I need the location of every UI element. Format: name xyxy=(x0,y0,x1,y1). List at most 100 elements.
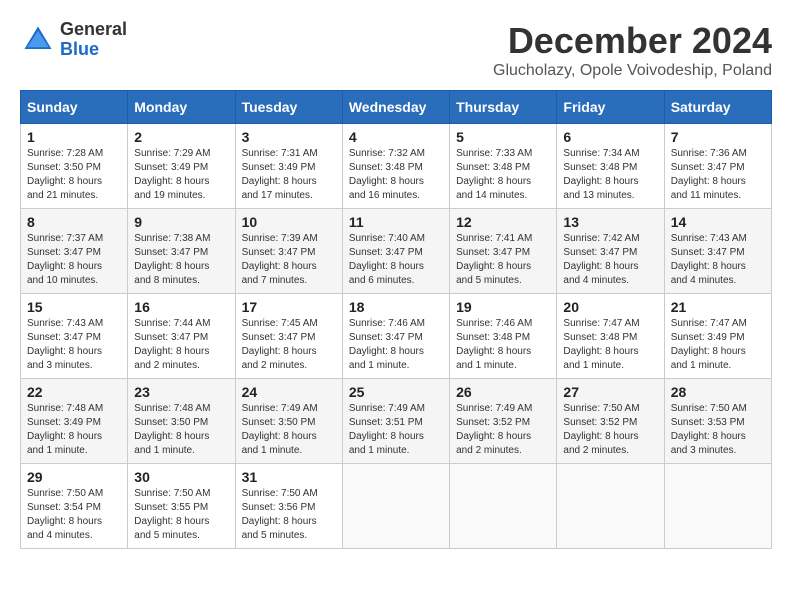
title-section: December 2024 Glucholazy, Opole Voivodes… xyxy=(493,20,772,80)
day-info: Sunrise: 7:43 AM Sunset: 3:47 PM Dayligh… xyxy=(671,232,765,288)
day-number: 2 xyxy=(134,129,228,145)
location-subtitle: Glucholazy, Opole Voivodeship, Poland xyxy=(493,62,772,80)
calendar-cell: 21 Sunrise: 7:47 AM Sunset: 3:49 PM Dayl… xyxy=(664,294,771,379)
calendar-cell: 30 Sunrise: 7:50 AM Sunset: 3:55 PM Dayl… xyxy=(128,464,235,549)
calendar-cell: 2 Sunrise: 7:29 AM Sunset: 3:49 PM Dayli… xyxy=(128,124,235,209)
day-number: 8 xyxy=(27,214,121,230)
calendar-cell: 5 Sunrise: 7:33 AM Sunset: 3:48 PM Dayli… xyxy=(450,124,557,209)
day-number: 15 xyxy=(27,299,121,315)
day-number: 7 xyxy=(671,129,765,145)
calendar-cell: 19 Sunrise: 7:46 AM Sunset: 3:48 PM Dayl… xyxy=(450,294,557,379)
calendar-cell xyxy=(664,464,771,549)
day-number: 23 xyxy=(134,384,228,400)
day-info: Sunrise: 7:47 AM Sunset: 3:48 PM Dayligh… xyxy=(563,317,657,373)
month-title: December 2024 xyxy=(493,20,772,62)
calendar-cell: 17 Sunrise: 7:45 AM Sunset: 3:47 PM Dayl… xyxy=(235,294,342,379)
day-number: 17 xyxy=(242,299,336,315)
day-number: 18 xyxy=(349,299,443,315)
calendar-table: SundayMondayTuesdayWednesdayThursdayFrid… xyxy=(20,90,772,549)
day-number: 4 xyxy=(349,129,443,145)
calendar-cell: 6 Sunrise: 7:34 AM Sunset: 3:48 PM Dayli… xyxy=(557,124,664,209)
day-info: Sunrise: 7:37 AM Sunset: 3:47 PM Dayligh… xyxy=(27,232,121,288)
calendar-week-row: 29 Sunrise: 7:50 AM Sunset: 3:54 PM Dayl… xyxy=(21,464,772,549)
calendar-cell: 26 Sunrise: 7:49 AM Sunset: 3:52 PM Dayl… xyxy=(450,379,557,464)
calendar-week-row: 15 Sunrise: 7:43 AM Sunset: 3:47 PM Dayl… xyxy=(21,294,772,379)
calendar-cell: 11 Sunrise: 7:40 AM Sunset: 3:47 PM Dayl… xyxy=(342,209,449,294)
day-number: 28 xyxy=(671,384,765,400)
day-info: Sunrise: 7:39 AM Sunset: 3:47 PM Dayligh… xyxy=(242,232,336,288)
column-header-wednesday: Wednesday xyxy=(342,91,449,124)
day-info: Sunrise: 7:33 AM Sunset: 3:48 PM Dayligh… xyxy=(456,147,550,203)
calendar-cell: 16 Sunrise: 7:44 AM Sunset: 3:47 PM Dayl… xyxy=(128,294,235,379)
calendar-cell: 18 Sunrise: 7:46 AM Sunset: 3:47 PM Dayl… xyxy=(342,294,449,379)
calendar-cell: 31 Sunrise: 7:50 AM Sunset: 3:56 PM Dayl… xyxy=(235,464,342,549)
day-number: 5 xyxy=(456,129,550,145)
logo: General Blue xyxy=(20,20,127,60)
day-info: Sunrise: 7:50 AM Sunset: 3:54 PM Dayligh… xyxy=(27,487,121,543)
day-number: 13 xyxy=(563,214,657,230)
calendar-cell: 15 Sunrise: 7:43 AM Sunset: 3:47 PM Dayl… xyxy=(21,294,128,379)
calendar-body: 1 Sunrise: 7:28 AM Sunset: 3:50 PM Dayli… xyxy=(21,124,772,549)
day-number: 6 xyxy=(563,129,657,145)
calendar-cell: 22 Sunrise: 7:48 AM Sunset: 3:49 PM Dayl… xyxy=(21,379,128,464)
calendar-cell: 27 Sunrise: 7:50 AM Sunset: 3:52 PM Dayl… xyxy=(557,379,664,464)
day-info: Sunrise: 7:46 AM Sunset: 3:48 PM Dayligh… xyxy=(456,317,550,373)
column-header-tuesday: Tuesday xyxy=(235,91,342,124)
day-info: Sunrise: 7:50 AM Sunset: 3:56 PM Dayligh… xyxy=(242,487,336,543)
column-header-monday: Monday xyxy=(128,91,235,124)
day-number: 11 xyxy=(349,214,443,230)
calendar-cell: 10 Sunrise: 7:39 AM Sunset: 3:47 PM Dayl… xyxy=(235,209,342,294)
calendar-cell: 13 Sunrise: 7:42 AM Sunset: 3:47 PM Dayl… xyxy=(557,209,664,294)
day-number: 12 xyxy=(456,214,550,230)
calendar-cell: 4 Sunrise: 7:32 AM Sunset: 3:48 PM Dayli… xyxy=(342,124,449,209)
day-info: Sunrise: 7:42 AM Sunset: 3:47 PM Dayligh… xyxy=(563,232,657,288)
day-info: Sunrise: 7:46 AM Sunset: 3:47 PM Dayligh… xyxy=(349,317,443,373)
day-number: 9 xyxy=(134,214,228,230)
day-number: 20 xyxy=(563,299,657,315)
calendar-header-row: SundayMondayTuesdayWednesdayThursdayFrid… xyxy=(21,91,772,124)
day-info: Sunrise: 7:41 AM Sunset: 3:47 PM Dayligh… xyxy=(456,232,550,288)
column-header-friday: Friday xyxy=(557,91,664,124)
column-header-sunday: Sunday xyxy=(21,91,128,124)
day-number: 16 xyxy=(134,299,228,315)
day-info: Sunrise: 7:50 AM Sunset: 3:53 PM Dayligh… xyxy=(671,402,765,458)
day-info: Sunrise: 7:34 AM Sunset: 3:48 PM Dayligh… xyxy=(563,147,657,203)
day-info: Sunrise: 7:50 AM Sunset: 3:52 PM Dayligh… xyxy=(563,402,657,458)
calendar-week-row: 8 Sunrise: 7:37 AM Sunset: 3:47 PM Dayli… xyxy=(21,209,772,294)
page-header: General Blue December 2024 Glucholazy, O… xyxy=(20,20,772,80)
day-number: 31 xyxy=(242,469,336,485)
day-number: 22 xyxy=(27,384,121,400)
day-info: Sunrise: 7:40 AM Sunset: 3:47 PM Dayligh… xyxy=(349,232,443,288)
day-info: Sunrise: 7:49 AM Sunset: 3:52 PM Dayligh… xyxy=(456,402,550,458)
day-info: Sunrise: 7:47 AM Sunset: 3:49 PM Dayligh… xyxy=(671,317,765,373)
day-info: Sunrise: 7:49 AM Sunset: 3:50 PM Dayligh… xyxy=(242,402,336,458)
calendar-cell: 7 Sunrise: 7:36 AM Sunset: 3:47 PM Dayli… xyxy=(664,124,771,209)
day-number: 30 xyxy=(134,469,228,485)
calendar-week-row: 1 Sunrise: 7:28 AM Sunset: 3:50 PM Dayli… xyxy=(21,124,772,209)
day-info: Sunrise: 7:28 AM Sunset: 3:50 PM Dayligh… xyxy=(27,147,121,203)
day-info: Sunrise: 7:29 AM Sunset: 3:49 PM Dayligh… xyxy=(134,147,228,203)
day-info: Sunrise: 7:45 AM Sunset: 3:47 PM Dayligh… xyxy=(242,317,336,373)
calendar-cell: 9 Sunrise: 7:38 AM Sunset: 3:47 PM Dayli… xyxy=(128,209,235,294)
calendar-cell: 23 Sunrise: 7:48 AM Sunset: 3:50 PM Dayl… xyxy=(128,379,235,464)
day-info: Sunrise: 7:32 AM Sunset: 3:48 PM Dayligh… xyxy=(349,147,443,203)
calendar-cell: 8 Sunrise: 7:37 AM Sunset: 3:47 PM Dayli… xyxy=(21,209,128,294)
day-info: Sunrise: 7:48 AM Sunset: 3:50 PM Dayligh… xyxy=(134,402,228,458)
day-number: 29 xyxy=(27,469,121,485)
column-header-thursday: Thursday xyxy=(450,91,557,124)
day-number: 1 xyxy=(27,129,121,145)
day-info: Sunrise: 7:36 AM Sunset: 3:47 PM Dayligh… xyxy=(671,147,765,203)
day-number: 10 xyxy=(242,214,336,230)
calendar-cell: 25 Sunrise: 7:49 AM Sunset: 3:51 PM Dayl… xyxy=(342,379,449,464)
day-number: 25 xyxy=(349,384,443,400)
day-info: Sunrise: 7:49 AM Sunset: 3:51 PM Dayligh… xyxy=(349,402,443,458)
calendar-cell xyxy=(342,464,449,549)
calendar-cell: 12 Sunrise: 7:41 AM Sunset: 3:47 PM Dayl… xyxy=(450,209,557,294)
day-info: Sunrise: 7:44 AM Sunset: 3:47 PM Dayligh… xyxy=(134,317,228,373)
day-number: 24 xyxy=(242,384,336,400)
calendar-cell: 24 Sunrise: 7:49 AM Sunset: 3:50 PM Dayl… xyxy=(235,379,342,464)
day-info: Sunrise: 7:43 AM Sunset: 3:47 PM Dayligh… xyxy=(27,317,121,373)
day-info: Sunrise: 7:48 AM Sunset: 3:49 PM Dayligh… xyxy=(27,402,121,458)
calendar-cell: 20 Sunrise: 7:47 AM Sunset: 3:48 PM Dayl… xyxy=(557,294,664,379)
calendar-cell: 29 Sunrise: 7:50 AM Sunset: 3:54 PM Dayl… xyxy=(21,464,128,549)
